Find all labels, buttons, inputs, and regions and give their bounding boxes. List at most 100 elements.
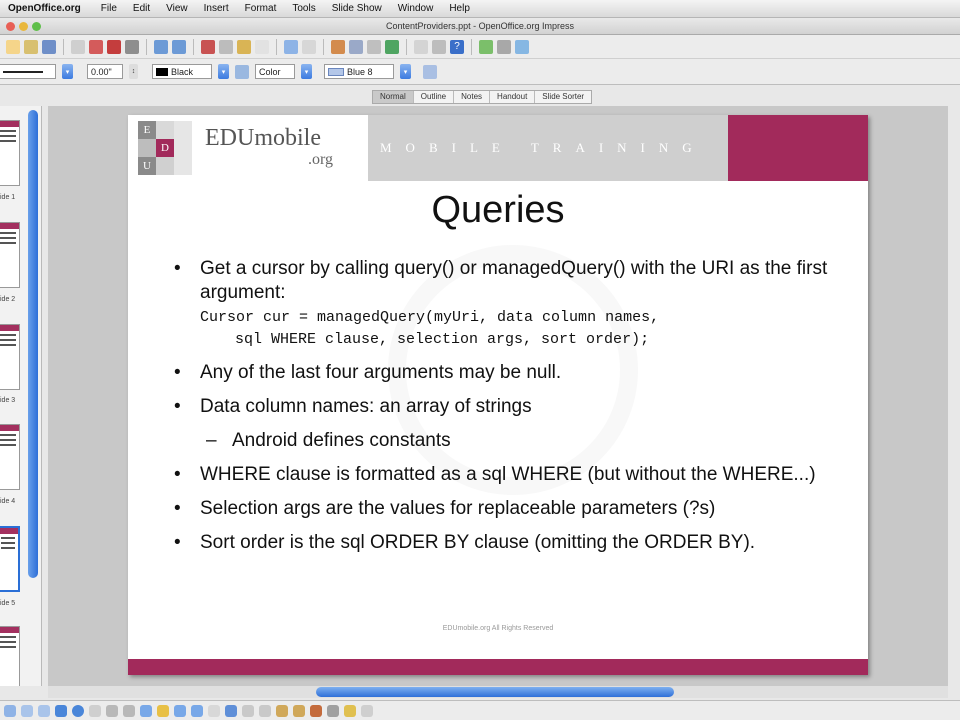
zoom-window-button[interactable] [32, 22, 41, 31]
menu-insert[interactable]: Insert [196, 3, 237, 14]
table-icon[interactable] [349, 39, 363, 54]
ellipse-icon[interactable] [72, 704, 84, 717]
text-tool-icon[interactable] [89, 704, 101, 717]
slide-thumbnail[interactable] [0, 424, 20, 490]
bullet-text: Get a cursor by calling query() or manag… [200, 258, 828, 303]
effects-icon[interactable] [344, 704, 356, 717]
close-window-button[interactable] [6, 22, 15, 31]
rectangle-icon[interactable] [55, 704, 67, 717]
slide-thumbnail[interactable] [0, 626, 20, 686]
window-title: ContentProviders.ppt - OpenOffice.org Im… [386, 21, 574, 31]
slide-thumbnail[interactable] [0, 222, 20, 288]
slide-title: Queries [431, 189, 565, 231]
slide-body: • Get a cursor by calling query() or man… [168, 257, 828, 565]
animation-icon[interactable] [361, 704, 373, 717]
tab-slide-sorter[interactable]: Slide Sorter [535, 91, 591, 103]
gallery-icon[interactable] [414, 39, 428, 54]
menu-help[interactable]: Help [441, 3, 478, 14]
menu-file[interactable]: File [93, 3, 125, 14]
menu-tools[interactable]: Tools [284, 3, 323, 14]
flowchart-icon[interactable] [191, 704, 203, 717]
chevron-down-icon[interactable]: ▾ [62, 64, 73, 79]
tab-normal[interactable]: Normal [373, 91, 414, 103]
block-arrows-icon[interactable] [174, 704, 186, 717]
slide-layout-icon[interactable] [479, 39, 493, 54]
horizontal-scrollbar-thumb[interactable] [316, 687, 674, 697]
menu-format[interactable]: Format [237, 3, 285, 14]
slide-thumbnail[interactable] [0, 324, 20, 390]
chevron-down-icon[interactable]: ▾ [301, 64, 312, 79]
line-color-select[interactable]: Black [152, 64, 212, 79]
clone-formatting-icon[interactable] [255, 39, 269, 54]
email-icon[interactable] [71, 39, 85, 54]
view-tabs: Normal Outline Notes Handout Slide Sorte… [372, 90, 593, 104]
cut-icon[interactable] [201, 39, 215, 54]
connector-icon[interactable] [123, 704, 135, 717]
presentation-icon[interactable] [515, 39, 529, 54]
area-color-swatch [328, 67, 344, 76]
fontwork-gallery-icon[interactable] [276, 704, 288, 717]
area-style-icon[interactable] [235, 64, 249, 79]
new-document-icon[interactable] [6, 39, 20, 54]
line-style-select[interactable] [0, 64, 56, 79]
curve-icon[interactable] [106, 704, 118, 717]
menu-slide-show[interactable]: Slide Show [324, 3, 390, 14]
navigator-icon[interactable] [385, 39, 399, 54]
glue-points-icon[interactable] [259, 704, 271, 717]
export-pdf-icon[interactable] [107, 39, 121, 54]
line-tool-icon[interactable] [21, 704, 33, 717]
tab-outline[interactable]: Outline [414, 91, 455, 103]
from-file-icon[interactable] [293, 704, 305, 717]
spellcheck-icon[interactable] [154, 39, 168, 54]
symbol-shapes-icon[interactable] [157, 704, 169, 717]
tab-handout[interactable]: Handout [490, 91, 536, 103]
slides-panel-scrollbar[interactable] [28, 110, 38, 578]
paste-icon[interactable] [237, 39, 251, 54]
toolbar-separator [323, 38, 324, 55]
drawing-toolbar [0, 700, 960, 720]
open-icon[interactable] [24, 39, 38, 54]
chart-icon[interactable] [331, 39, 345, 54]
redo-icon[interactable] [302, 39, 316, 54]
area-style-select[interactable]: Color [255, 64, 295, 79]
shadow-icon[interactable] [423, 64, 437, 79]
basic-shapes-icon[interactable] [140, 704, 152, 717]
stars-icon[interactable] [225, 704, 237, 717]
arrow-line-icon[interactable] [38, 704, 50, 717]
line-width-stepper[interactable]: ↕ [129, 64, 138, 79]
gallery-icon[interactable] [310, 704, 322, 717]
chevron-down-icon[interactable]: ▾ [218, 64, 229, 79]
undo-icon[interactable] [284, 39, 298, 54]
menu-app-name[interactable]: OpenOffice.org [0, 3, 93, 14]
menu-view[interactable]: View [158, 3, 196, 14]
line-width-value: 0.00" [91, 66, 112, 77]
line-width-field[interactable]: 0.00" [87, 64, 123, 79]
save-icon[interactable] [42, 39, 56, 54]
select-arrow-icon[interactable] [4, 704, 16, 717]
horizontal-scrollbar[interactable] [48, 686, 948, 698]
print-icon[interactable] [125, 39, 139, 54]
menu-window[interactable]: Window [390, 3, 442, 14]
tab-notes[interactable]: Notes [454, 91, 491, 103]
edit-file-icon[interactable] [89, 39, 103, 54]
slide-label: ide 3 [0, 397, 16, 404]
slide-thumbnail-selected[interactable] [0, 526, 20, 592]
minimize-window-button[interactable] [19, 22, 28, 31]
help-icon[interactable]: ? [450, 39, 464, 54]
banner-accent [728, 115, 868, 181]
copy-icon[interactable] [219, 39, 233, 54]
chevron-down-icon[interactable]: ▾ [400, 64, 411, 79]
fontwork-icon[interactable] [367, 39, 381, 54]
zoom-icon[interactable] [432, 39, 446, 54]
slide[interactable]: E D U EDUmobile .org MOBILE TRAINING Que… [128, 115, 868, 675]
menu-edit[interactable]: Edit [125, 3, 158, 14]
bullet-text: Selection args are the values for replac… [200, 498, 716, 519]
slide-design-icon[interactable] [497, 39, 511, 54]
extrusion-icon[interactable] [327, 704, 339, 717]
slide-thumbnail[interactable] [0, 120, 20, 186]
callouts-icon[interactable] [208, 704, 220, 717]
area-color-select[interactable]: Blue 8 [324, 64, 394, 79]
points-icon[interactable] [242, 704, 254, 717]
code-line: Cursor cur = managedQuery(myUri, data co… [200, 309, 660, 326]
autospell-icon[interactable] [172, 39, 186, 54]
